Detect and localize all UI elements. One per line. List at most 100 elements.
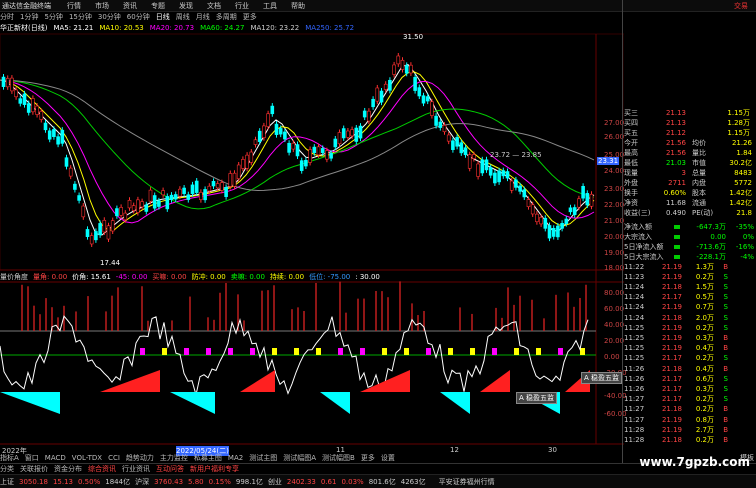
func-tab[interactable]: MACD xyxy=(45,454,66,462)
func-tab[interactable]: 窗口 xyxy=(25,453,39,463)
tick-v: 0.4万 xyxy=(695,344,714,353)
candle xyxy=(178,188,182,197)
quote-box: 买三 21.13 1.15万 买四 21.13 1.28万 买五 21.12 1.15万 今开 21… xyxy=(624,108,756,230)
tick-row: 11:25 21.19 0.2万 S xyxy=(624,323,756,332)
candle xyxy=(211,181,216,187)
flow-bar xyxy=(674,244,680,249)
index-percent: 0.03% xyxy=(341,477,364,486)
indicator-item: : 30.00 xyxy=(355,272,380,281)
tick-p: 21.19 xyxy=(661,415,682,424)
bottom-tab[interactable]: 分类 xyxy=(0,464,14,474)
tick-v: 2.0万 xyxy=(695,313,714,322)
tick-t: 11:27 xyxy=(624,415,645,424)
tick-row: 11:23 21.19 0.2万 S xyxy=(624,272,756,281)
func-tab[interactable]: 指标A xyxy=(0,453,19,463)
candle xyxy=(497,170,501,183)
quote-value: 0.490 xyxy=(665,208,686,217)
index-name[interactable]: 创业 xyxy=(268,477,282,487)
tick-row: 11:28 21.18 0.2万 B xyxy=(624,435,756,444)
func-tab[interactable]: 主力监控 xyxy=(160,453,188,463)
bottom-tab[interactable]: 关联报价 xyxy=(20,464,48,474)
candle xyxy=(157,200,161,207)
signal-marker xyxy=(492,348,497,355)
quote-value: 1.84 xyxy=(736,148,752,157)
func-tab[interactable]: 更多 xyxy=(361,453,375,463)
candle xyxy=(367,110,371,122)
tick-s: B xyxy=(723,405,728,414)
flow-bar xyxy=(674,234,680,239)
tick-t: 11:22 xyxy=(624,262,645,271)
candle xyxy=(560,223,564,229)
quote-value: 1.42亿 xyxy=(729,188,752,197)
candle xyxy=(467,154,472,169)
strategy-popup[interactable]: A 稳盈五监 xyxy=(516,392,558,404)
quote-label: 换手 xyxy=(624,188,638,197)
indicator-legend: 量价角度 量角: 0.00 价角: 15.61 -45: 0.00 买嘛: 0.… xyxy=(0,272,580,281)
bottom-tab[interactable]: 资金分布 xyxy=(54,464,82,474)
candle xyxy=(568,207,573,213)
momentum-wedge xyxy=(320,392,350,414)
candle xyxy=(173,194,178,200)
candle xyxy=(383,83,388,90)
tick-v: 0.2万 xyxy=(695,354,714,363)
flow-value: -713.6万 xyxy=(696,242,726,251)
func-tab[interactable]: MA2 xyxy=(228,454,243,462)
tick-p: 21.17 xyxy=(661,374,682,383)
tick-v: 0.2万 xyxy=(695,405,714,414)
indicator-name[interactable]: 量价角度 xyxy=(0,272,28,282)
candle xyxy=(530,204,535,215)
flow-bar xyxy=(674,254,680,259)
candle xyxy=(581,186,585,199)
low-label: 17.44 xyxy=(100,259,121,267)
tick-s: S xyxy=(723,323,728,332)
tick-v: 0.8万 xyxy=(695,415,714,424)
func-tab[interactable]: VOL-TDX xyxy=(72,454,102,462)
bottom-tab[interactable]: 行业资讯 xyxy=(122,464,150,474)
flow-label: 净流入额 xyxy=(624,222,652,231)
func-tab[interactable]: 私募主图 xyxy=(194,453,222,463)
bottom-tab[interactable]: 互动问答 xyxy=(156,464,184,474)
func-tab[interactable]: 测试幅图A xyxy=(283,453,316,463)
kline-chart[interactable] xyxy=(0,0,624,446)
flow-value: 0.00 xyxy=(710,232,726,241)
func-tab[interactable]: 测试主图 xyxy=(249,453,277,463)
candle xyxy=(333,138,338,148)
tick-t: 11:23 xyxy=(624,272,645,281)
tick-row: 11:26 21.17 0.3万 S xyxy=(624,384,756,393)
momentum-wedge xyxy=(240,370,275,392)
range-label: 23.72 — 23.85 xyxy=(490,151,542,159)
index-amount: 998.1亿 xyxy=(235,477,263,486)
tick-v: 0.2万 xyxy=(695,395,714,404)
candle xyxy=(476,163,480,177)
func-tab[interactable]: CCI xyxy=(108,454,120,462)
index-name[interactable]: 上证 xyxy=(0,477,14,487)
strategy-popup[interactable]: A 稳盈五监 xyxy=(581,372,623,384)
candle xyxy=(31,98,35,113)
bottom-tab[interactable]: 新用户福利专享 xyxy=(190,464,239,474)
bottom-tab[interactable]: 综合资讯 xyxy=(88,464,116,474)
index-name[interactable]: 沪深 xyxy=(135,477,149,487)
candle xyxy=(425,96,430,102)
indicator-item: 低位: -75.00 xyxy=(309,272,351,281)
candle xyxy=(417,87,422,97)
quote-label: 市值 xyxy=(692,158,706,167)
tick-v: 0.2万 xyxy=(695,272,714,281)
candle xyxy=(257,130,262,142)
func-tab[interactable]: 趋势动力 xyxy=(126,453,154,463)
candle xyxy=(488,167,493,176)
func-tab[interactable]: 设置 xyxy=(381,453,395,463)
func-tab[interactable]: 测试幅图B xyxy=(322,453,355,463)
signal-marker xyxy=(382,348,387,355)
watermark: www.7gpzb.com xyxy=(639,455,750,469)
candle xyxy=(94,231,98,241)
candle xyxy=(304,159,308,167)
momentum-wedge xyxy=(0,392,60,414)
candle xyxy=(463,147,468,156)
quote-label: 总量 xyxy=(692,168,706,177)
candle xyxy=(98,223,102,236)
quote-row: 今开 21.56 均价 21.26 xyxy=(624,138,756,147)
candle xyxy=(68,167,73,177)
tick-s: S xyxy=(723,313,728,322)
signal-marker xyxy=(448,348,453,355)
tick-s: S xyxy=(723,272,728,281)
